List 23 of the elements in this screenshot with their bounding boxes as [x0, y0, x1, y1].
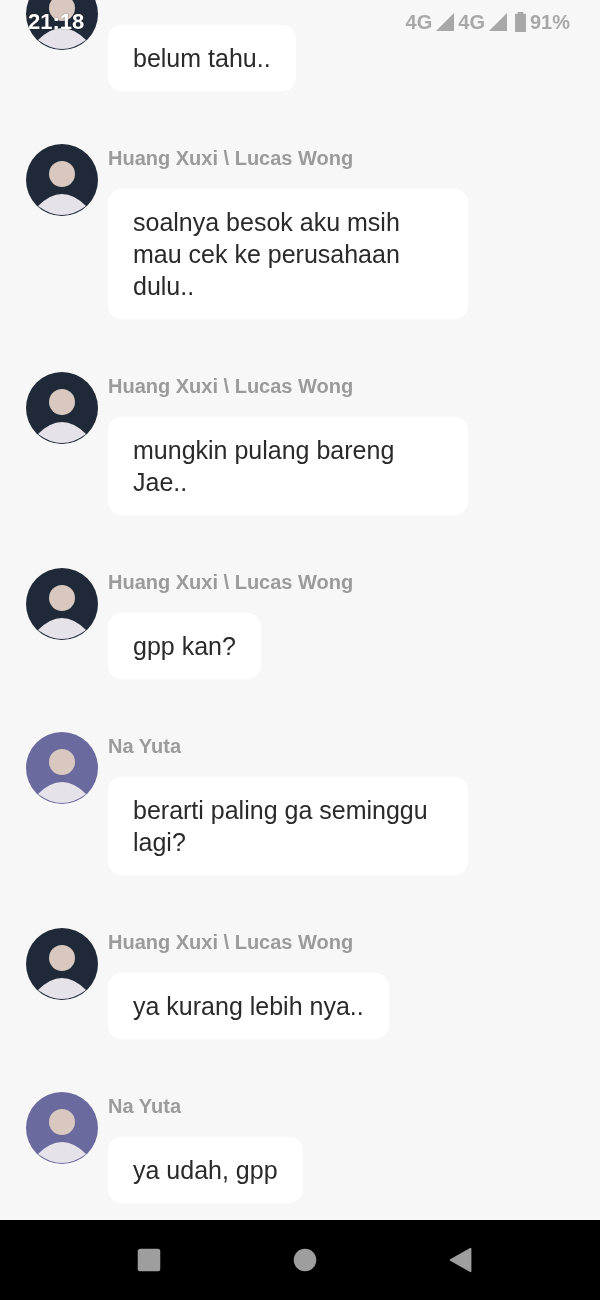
network-label: 4G [405, 10, 433, 34]
sender-name: Huang Xuxi \ Lucas Wong [108, 146, 354, 171]
network-label: 4G [458, 10, 485, 34]
sender-name: Huang Xuxi \ Lucas Wong [108, 374, 354, 399]
message-bubble: berarti paling ga seminggu lagi? [108, 777, 468, 875]
message-bubble: belum tahu.. [108, 25, 296, 91]
message-bubble: mungkin pulang bareng Jae.. [108, 417, 468, 515]
signal-icon [488, 13, 507, 31]
message-bubble: ya kurang lebih nya.. [108, 973, 389, 1039]
battery-icon [514, 12, 526, 32]
home-icon[interactable] [292, 1247, 318, 1273]
recent-apps-icon[interactable] [136, 1247, 162, 1273]
sender-name: Huang Xuxi \ Lucas Wong [108, 930, 354, 955]
status-time: 21:18 [28, 9, 85, 35]
back-icon[interactable] [448, 1247, 474, 1273]
sender-name: Huang Xuxi \ Lucas Wong [108, 570, 354, 595]
signal-icon [436, 13, 455, 31]
sender-name: Na Yuta [108, 1094, 181, 1119]
sender-name: Na Yuta [108, 734, 181, 759]
message-bubble: gpp kan? [108, 613, 261, 679]
message-bubble: soalnya besok aku msih mau cek ke perusahaan dulu.. [108, 189, 468, 319]
message-bubble: ya udah, gpp [108, 1137, 303, 1203]
battery-level: 91% [529, 10, 570, 34]
